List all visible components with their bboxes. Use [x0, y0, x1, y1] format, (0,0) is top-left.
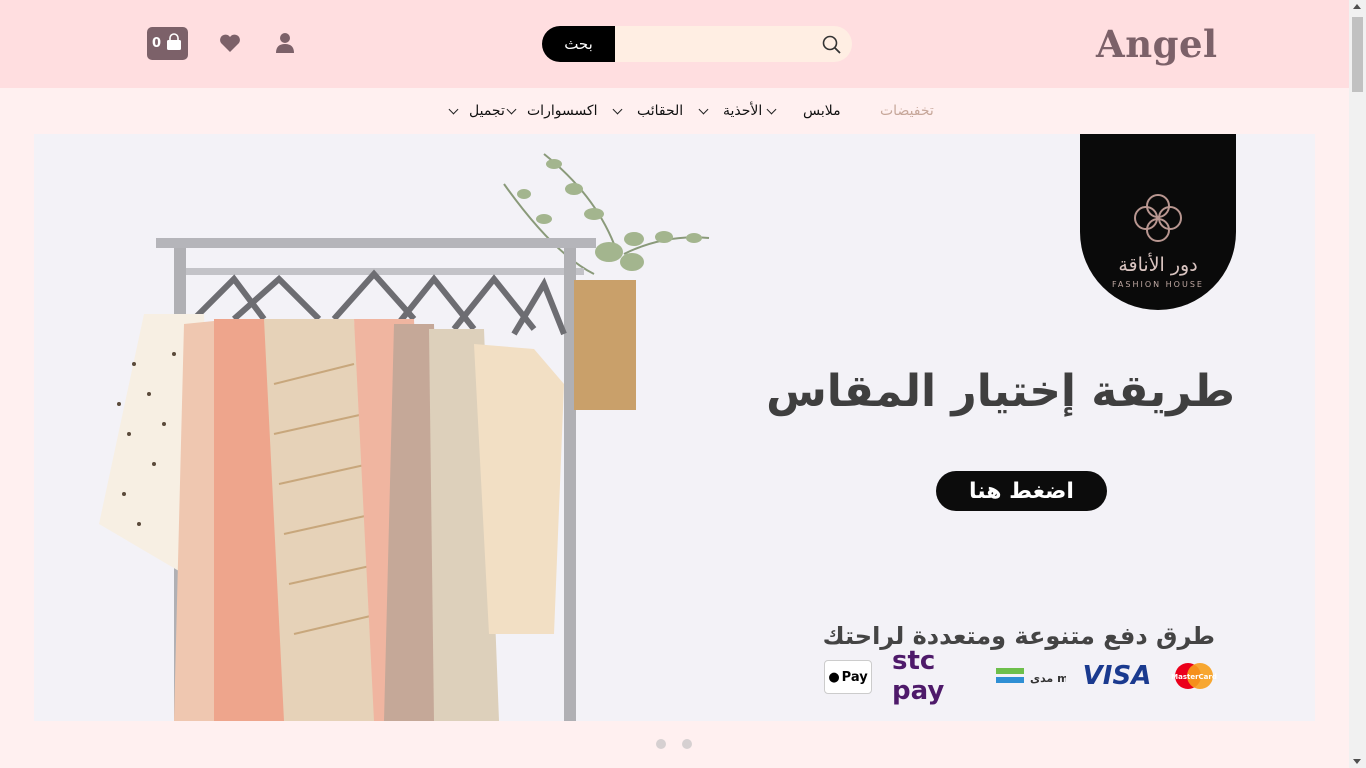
cart-button[interactable]: 0 [147, 27, 188, 60]
brand-name-english: FASHION HOUSE [1112, 280, 1204, 289]
nav-item-shoes[interactable]: الأحذية [698, 96, 762, 126]
search-button[interactable]: بحث [542, 26, 615, 62]
user-icon[interactable] [275, 32, 295, 58]
svg-text:مدى mada: مدى mada [1030, 672, 1066, 685]
main-nav: تخفيضات ملابس الأحذية الحقائب اكسسوارات … [0, 96, 1349, 126]
scroll-up-arrow-icon[interactable] [1353, 4, 1361, 9]
cart-count: 0 [151, 36, 162, 51]
cta-button[interactable]: اضغط هنا [936, 471, 1107, 511]
mada-icon: مدى mada [996, 660, 1066, 692]
shopping-bag-icon [165, 32, 183, 55]
nav-item-accessories[interactable]: اكسسوارات [506, 96, 598, 126]
scroll-down-arrow-icon[interactable] [1353, 759, 1361, 764]
nav-item-beauty[interactable]: تجميل [448, 96, 505, 126]
chevron-down-icon [506, 104, 517, 114]
chevron-down-icon [448, 104, 459, 114]
svg-text:MasterCard: MasterCard [1171, 673, 1217, 681]
hero-banner[interactable]: دور الأناقة FASHION HOUSE طريقة إختيار ا… [34, 134, 1315, 721]
mastercard-icon: MasterCard [1170, 660, 1218, 692]
search-field-wrapper [615, 26, 852, 62]
payment-title: طرق دفع متنوعة ومتعددة لراحتك [822, 622, 1215, 650]
site-header: Angel بحث 0 [0, 0, 1349, 88]
nav-item-bags[interactable]: الحقائب [612, 96, 683, 126]
search-bar: بحث [542, 26, 852, 62]
payment-methods: MasterCard VISA مدى mada stc pay ●Pay [824, 646, 1219, 706]
clothing-rack-image [99, 153, 710, 721]
brand-name-arabic: دور الأناقة [1118, 254, 1198, 276]
carousel-dots [656, 739, 692, 749]
stc-pay-icon: stc pay [892, 646, 945, 706]
banner-headline: طريقة إختيار المقاس [766, 366, 1235, 417]
chevron-down-icon [612, 104, 623, 114]
carousel-dot[interactable] [682, 739, 692, 749]
chevron-down-icon [698, 104, 709, 114]
brand-badge: دور الأناقة FASHION HOUSE [1080, 134, 1236, 310]
chevron-down-icon [766, 104, 777, 114]
scroll-thumb[interactable] [1352, 17, 1363, 92]
nav-item-clothes[interactable]: ملابس [766, 96, 841, 126]
scrollbar[interactable] [1349, 0, 1366, 768]
apple-pay-icon: ● Pay [824, 660, 872, 694]
carousel-dot[interactable] [656, 739, 666, 749]
search-input[interactable] [625, 26, 809, 62]
nav-item-sale[interactable]: تخفيضات [880, 96, 934, 126]
search-icon[interactable] [822, 35, 842, 59]
visa-icon: VISA [1082, 661, 1152, 691]
site-logo[interactable]: Angel [1096, 22, 1218, 66]
flower-logo-icon [1132, 192, 1184, 248]
heart-icon[interactable] [219, 33, 241, 57]
